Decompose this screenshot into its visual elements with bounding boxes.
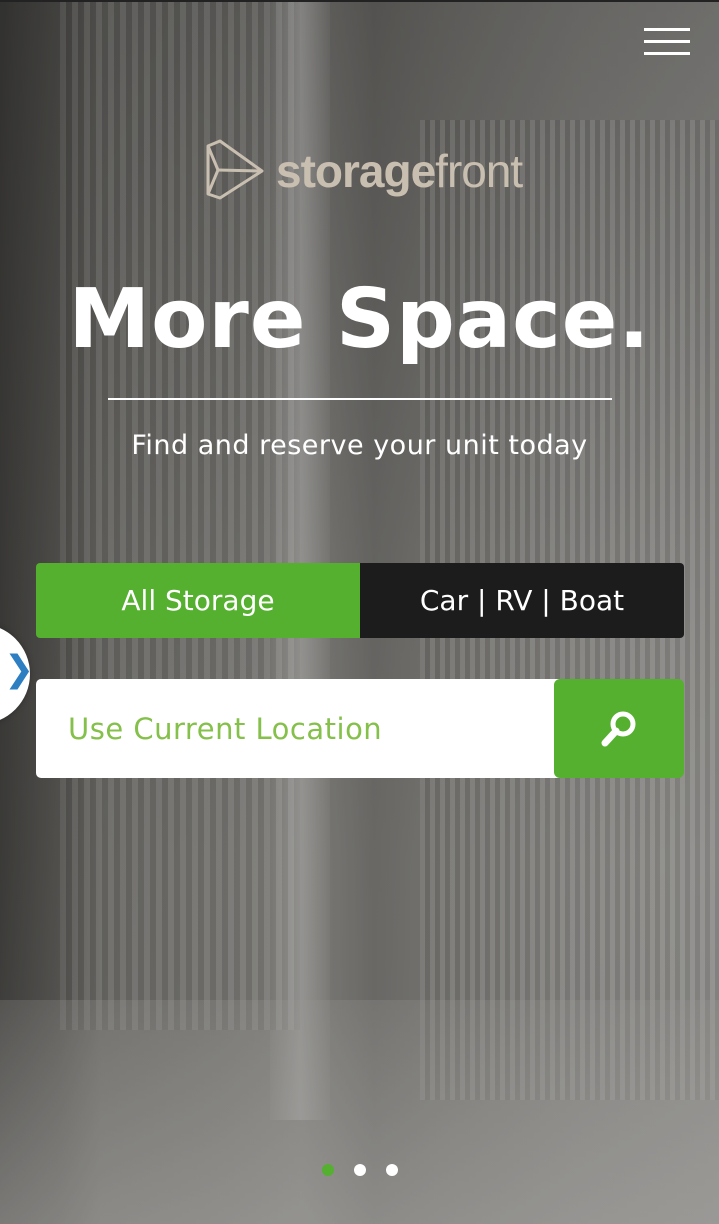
menu-bar (644, 52, 690, 55)
hero-subheadline: Find and reserve your unit today (131, 430, 588, 461)
top-border (0, 0, 719, 2)
carousel-dots (318, 1164, 408, 1182)
carousel-dot[interactable] (354, 1164, 366, 1176)
logo-wordmark: storagefront (276, 144, 523, 198)
chevron-right-icon: ❯ (4, 649, 35, 690)
hamburger-menu-icon[interactable] (640, 22, 692, 62)
location-search-input[interactable] (36, 679, 564, 778)
logo-word-storage: storage (276, 145, 436, 197)
site-logo[interactable]: storagefront (200, 138, 530, 204)
carousel-dot[interactable] (386, 1164, 398, 1176)
tab-all-storage[interactable]: All Storage (36, 563, 360, 638)
location-search (36, 679, 684, 778)
carousel-dot[interactable] (322, 1164, 334, 1176)
storage-type-tabs: All Storage Car | RV | Boat (36, 563, 684, 638)
menu-bar (644, 40, 690, 43)
tab-car-rv-boat[interactable]: Car | RV | Boat (360, 563, 684, 638)
menu-bar (644, 28, 690, 31)
hero-divider (108, 398, 612, 400)
search-button[interactable] (554, 679, 684, 778)
search-magnifier-icon (601, 711, 636, 746)
logo-word-front: front (435, 145, 523, 197)
hero-headline: More Space. (68, 272, 651, 367)
storagefront-logo-mark-icon (206, 139, 264, 200)
